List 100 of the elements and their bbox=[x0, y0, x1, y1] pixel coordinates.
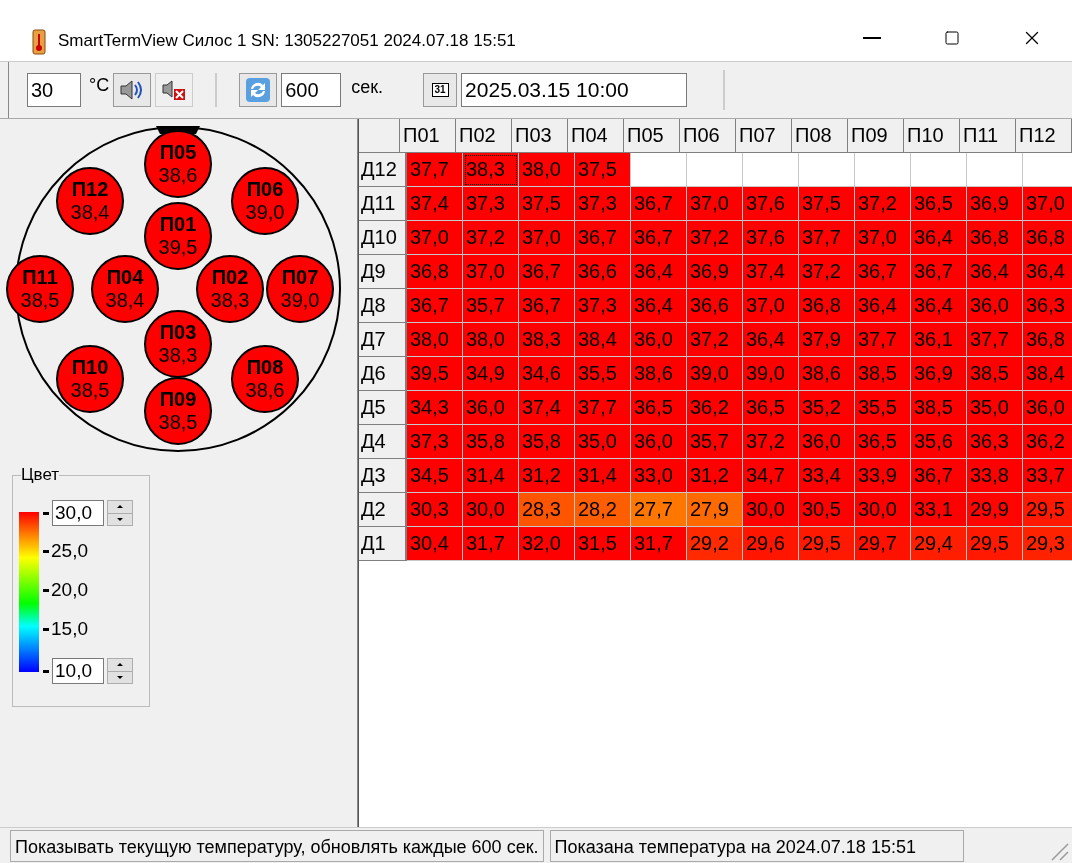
temperature-cell[interactable]: 38,5 bbox=[911, 391, 967, 425]
temperature-cell[interactable]: 36,4 bbox=[967, 255, 1023, 289]
temperature-cell[interactable]: 35,6 bbox=[911, 425, 967, 459]
column-header[interactable]: П09 bbox=[848, 119, 904, 153]
temperature-cell[interactable]: 37,4 bbox=[743, 255, 799, 289]
temperature-cell[interactable]: 33,0 bbox=[631, 459, 687, 493]
temperature-cell[interactable]: 37,0 bbox=[1023, 187, 1072, 221]
temperature-cell[interactable]: 36,0 bbox=[631, 425, 687, 459]
sound-button[interactable] bbox=[113, 73, 152, 107]
temperature-cell[interactable]: 36,4 bbox=[631, 255, 687, 289]
temperature-cell[interactable]: 36,0 bbox=[967, 289, 1023, 323]
temperature-cell[interactable]: 36,6 bbox=[575, 255, 631, 289]
column-header[interactable]: П03 bbox=[512, 119, 568, 153]
temperature-cell[interactable]: 34,5 bbox=[407, 459, 463, 493]
temperature-cell[interactable]: 29,5 bbox=[799, 527, 855, 561]
temperature-cell[interactable]: 31,7 bbox=[463, 527, 519, 561]
temperature-cell[interactable]: 36,4 bbox=[743, 323, 799, 357]
temperature-cell[interactable]: 37,2 bbox=[687, 221, 743, 255]
column-header[interactable]: П07 bbox=[736, 119, 792, 153]
temperature-cell[interactable]: 35,7 bbox=[687, 425, 743, 459]
temperature-cell[interactable]: 36,8 bbox=[407, 255, 463, 289]
temperature-cell[interactable]: 37,9 bbox=[799, 323, 855, 357]
column-header[interactable]: П06 bbox=[680, 119, 736, 153]
temperature-cell[interactable]: 36,0 bbox=[463, 391, 519, 425]
temperature-cell[interactable]: 29,6 bbox=[743, 527, 799, 561]
temperature-cell[interactable]: 37,6 bbox=[743, 221, 799, 255]
temperature-cell[interactable]: 29,4 bbox=[911, 527, 967, 561]
temperature-cell[interactable]: 37,3 bbox=[575, 187, 631, 221]
temperature-cell[interactable]: 36,2 bbox=[687, 391, 743, 425]
temperature-cell[interactable]: 37,6 bbox=[743, 187, 799, 221]
probe-marker[interactable]: П10 38,5 bbox=[56, 345, 124, 413]
temperature-cell[interactable]: 37,2 bbox=[799, 255, 855, 289]
interval-field[interactable]: 600 bbox=[281, 73, 342, 107]
temperature-cell[interactable]: 36,5 bbox=[743, 391, 799, 425]
temperature-cell[interactable]: 38,6 bbox=[799, 357, 855, 391]
temperature-cell[interactable]: 29,5 bbox=[967, 527, 1023, 561]
temperature-cell[interactable]: 31,2 bbox=[519, 459, 575, 493]
temperature-cell[interactable]: 36,9 bbox=[967, 187, 1023, 221]
probe-marker[interactable]: П07 39,0 bbox=[266, 255, 334, 323]
temperature-cell[interactable]: 37,5 bbox=[799, 187, 855, 221]
temperature-cell[interactable]: 30,5 bbox=[799, 493, 855, 527]
temperature-cell[interactable]: 29,2 bbox=[687, 527, 743, 561]
spin-buttons[interactable] bbox=[107, 658, 133, 684]
temperature-cell[interactable]: 37,0 bbox=[743, 289, 799, 323]
temperature-cell[interactable]: 31,4 bbox=[463, 459, 519, 493]
column-header[interactable]: П11 bbox=[960, 119, 1016, 153]
temperature-cell[interactable]: 36,4 bbox=[855, 289, 911, 323]
temperature-cell[interactable]: 33,7 bbox=[1023, 459, 1072, 493]
temperature-cell[interactable]: 31,7 bbox=[631, 527, 687, 561]
temperature-cell[interactable]: 35,5 bbox=[575, 357, 631, 391]
temperature-cell[interactable]: 35,0 bbox=[967, 391, 1023, 425]
temperature-cell[interactable]: 37,4 bbox=[407, 187, 463, 221]
temperature-cell[interactable]: 36,5 bbox=[911, 187, 967, 221]
row-header[interactable]: Д5 bbox=[359, 391, 407, 425]
row-header[interactable]: Д9 bbox=[359, 255, 407, 289]
mute-button[interactable] bbox=[155, 73, 194, 107]
temperature-cell[interactable]: 36,7 bbox=[575, 221, 631, 255]
temperature-cell[interactable]: 30,0 bbox=[855, 493, 911, 527]
temperature-cell[interactable]: 36,5 bbox=[855, 425, 911, 459]
temperature-cell[interactable]: 33,8 bbox=[967, 459, 1023, 493]
temperature-cell[interactable]: 36,2 bbox=[1023, 425, 1072, 459]
temperature-cell[interactable]: 36,7 bbox=[911, 459, 967, 493]
temperature-cell[interactable]: 36,7 bbox=[631, 221, 687, 255]
number-field[interactable]: 30,0 bbox=[52, 500, 104, 526]
probe-marker[interactable]: П04 38,4 bbox=[91, 255, 159, 323]
column-header[interactable]: П04 bbox=[568, 119, 624, 153]
temperature-cell[interactable]: 39,0 bbox=[687, 357, 743, 391]
temperature-cell[interactable]: 29,9 bbox=[967, 493, 1023, 527]
temperature-cell[interactable]: 29,7 bbox=[855, 527, 911, 561]
temperature-cell[interactable]: 36,7 bbox=[631, 187, 687, 221]
row-header[interactable]: Д4 bbox=[359, 425, 407, 459]
temperature-cell[interactable]: 37,0 bbox=[407, 221, 463, 255]
temperature-cell[interactable]: 35,7 bbox=[463, 289, 519, 323]
temperature-cell[interactable]: 36,7 bbox=[407, 289, 463, 323]
temperature-cell[interactable]: 36,3 bbox=[1023, 289, 1072, 323]
temperature-cell[interactable]: 38,0 bbox=[407, 323, 463, 357]
temperature-cell[interactable]: 35,0 bbox=[575, 425, 631, 459]
temperature-cell[interactable]: 37,7 bbox=[575, 391, 631, 425]
temperature-cell[interactable]: 34,3 bbox=[407, 391, 463, 425]
temperature-cell[interactable]: 37,5 bbox=[519, 187, 575, 221]
probe-marker[interactable]: П09 38,5 bbox=[144, 377, 212, 445]
temperature-cell[interactable]: 37,5 bbox=[575, 153, 631, 187]
temperature-cell[interactable]: 36,0 bbox=[631, 323, 687, 357]
column-header[interactable]: П01 bbox=[400, 119, 456, 153]
probe-marker[interactable]: П11 38,5 bbox=[6, 255, 74, 323]
probe-marker[interactable]: П08 38,6 bbox=[231, 345, 299, 413]
column-header[interactable]: П08 bbox=[792, 119, 848, 153]
temperature-cell[interactable]: 38,3 bbox=[463, 153, 519, 187]
temperature-cell[interactable]: 38,6 bbox=[631, 357, 687, 391]
temperature-cell[interactable]: 37,2 bbox=[687, 323, 743, 357]
temperature-cell[interactable]: 36,4 bbox=[911, 289, 967, 323]
column-header[interactable]: П10 bbox=[904, 119, 960, 153]
temperature-cell[interactable]: 36,8 bbox=[1023, 323, 1072, 357]
temperature-cell[interactable]: 33,1 bbox=[911, 493, 967, 527]
temperature-cell[interactable]: 36,4 bbox=[1023, 255, 1072, 289]
temperature-cell[interactable]: 36,1 bbox=[911, 323, 967, 357]
temperature-cell[interactable]: 37,0 bbox=[855, 221, 911, 255]
temperature-cell[interactable]: 36,9 bbox=[687, 255, 743, 289]
column-header[interactable]: П05 bbox=[624, 119, 680, 153]
temperature-cell[interactable]: 37,7 bbox=[967, 323, 1023, 357]
